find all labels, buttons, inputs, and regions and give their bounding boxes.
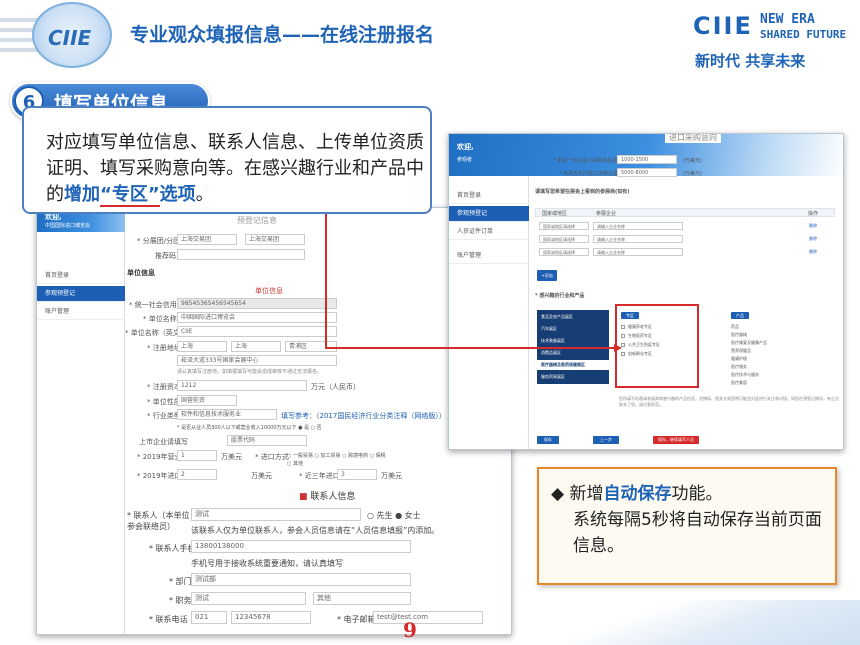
tip-pre: 新增 (569, 484, 604, 504)
tip-line-2: 系统每隔5秒将自动保存当前页面信息。 (573, 510, 822, 556)
tip-highlight: 自动保存 (603, 484, 672, 504)
tip-line-1: ◆ 新增自动保存功能。 (551, 481, 835, 507)
description-highlight-option: 选项 (159, 184, 196, 205)
page-number: 9 (403, 618, 417, 642)
connector-path (325, 212, 617, 349)
description-end: 。 (195, 184, 214, 205)
background-decoration (540, 600, 860, 645)
description-box: 对应填写单位信息、联系人信息、上传单位资质证明、填写采购意向等。在感兴趣行业和产… (22, 106, 432, 214)
bullet-icon: ◆ (551, 484, 565, 504)
description-highlight-zone: “专区” (100, 184, 160, 207)
connector-arrow (614, 344, 622, 352)
description-highlight-add: 增加 (64, 184, 100, 205)
autosave-tip-box: ◆ 新增自动保存功能。 系统每隔5秒将自动保存当前页面信息。 (537, 467, 837, 585)
tip-post: 功能。 (671, 484, 723, 504)
